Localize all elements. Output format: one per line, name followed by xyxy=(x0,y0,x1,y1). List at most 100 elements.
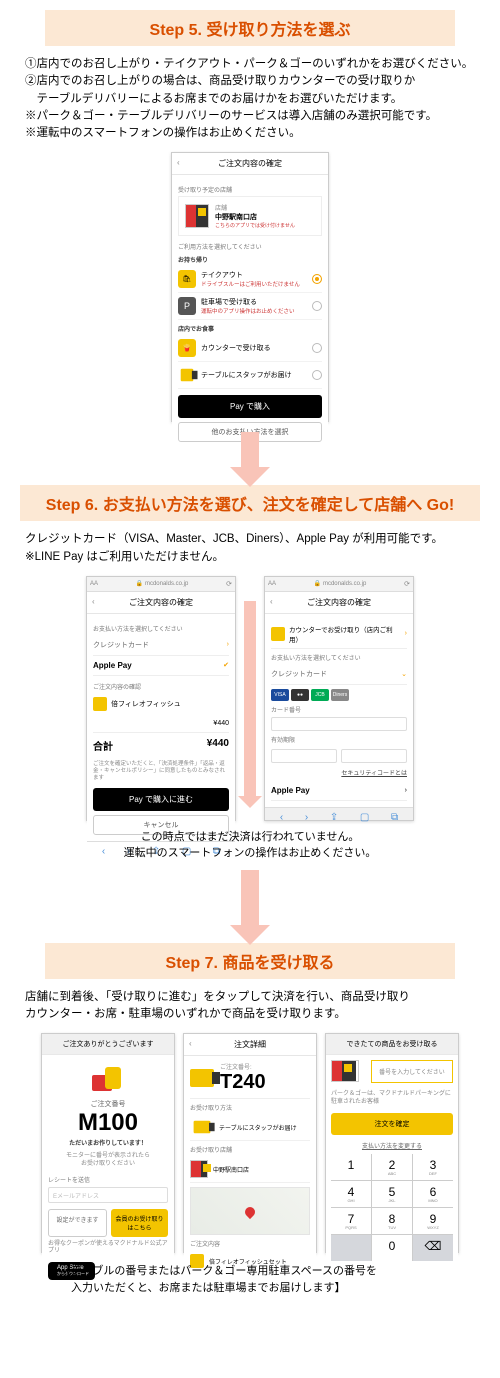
email-input[interactable]: Eメールアドレス xyxy=(48,1187,168,1203)
apple-pay-proceed-button[interactable]: Pay で購入に進む xyxy=(93,788,229,811)
browser-bar: AA 🔒 mcdonalds.co.jp ⟳ xyxy=(265,577,413,592)
apple-pay-button[interactable]: Pay で購入 xyxy=(178,395,322,418)
key-2[interactable]: 2ABC xyxy=(372,1154,412,1180)
confirm-order-button[interactable]: 注文を確定 xyxy=(331,1113,453,1135)
phone-title: ご注文内容の確定 xyxy=(307,598,371,607)
msg1: ただいまお作りしています！ xyxy=(48,1141,168,1149)
number-input-box[interactable]: 番号を入力してください xyxy=(371,1060,453,1083)
back-icon[interactable]: ‹ xyxy=(189,1039,192,1048)
store-icon xyxy=(190,1160,208,1178)
total-label: 合計 xyxy=(93,738,113,753)
map[interactable] xyxy=(190,1187,310,1235)
url: mcdonalds.co.jp xyxy=(323,581,366,587)
step5-line-4: ※パーク＆ゴー・テーブルデリバリーのサービスは導入店舗のみ選択可能です。 xyxy=(25,108,475,125)
phone-title: 注文詳細 xyxy=(234,1040,266,1049)
order-sub: ご注文番号: xyxy=(220,1062,266,1071)
option-parking[interactable]: P 駐車場で受け取る 運転中のアプリ操作はお止めください xyxy=(178,293,322,320)
cc-brands: VISA ●● JCB Diners xyxy=(271,689,407,701)
table-delivery-row: テーブルにスタッフがお届け xyxy=(190,1114,310,1141)
step7-phone-right: できたての商品をお受け取る 番号を入力してください パーク＆ゴーは、マクドナルド… xyxy=(325,1033,459,1253)
step5-line-5: ※運転中のスマートフォンの操作はお止めください。 xyxy=(25,125,475,142)
key-6[interactable]: 6MNO xyxy=(413,1181,453,1207)
key-blank xyxy=(331,1235,371,1261)
reload-icon[interactable]: ⟳ xyxy=(404,580,410,588)
step-5-body: ①店内でのお召し上がり・テイクアウト・パーク＆ゴーのいずれかをお選びください。 … xyxy=(20,56,480,152)
step6-line-1: クレジットカード（VISA、Master、JCB、Diners）、Apple P… xyxy=(25,531,475,548)
table-text: テーブルにスタッフがお届け xyxy=(219,1123,297,1132)
option-takeout[interactable]: 🛍 テイクアウト ドライブスルーはご利用いただけません xyxy=(178,266,322,293)
phone-title: ご注文内容の確定 xyxy=(218,159,282,168)
key-8[interactable]: 8TUV xyxy=(372,1208,412,1234)
text-size-icon[interactable]: AA xyxy=(90,581,98,587)
radio-icon[interactable] xyxy=(312,301,322,311)
cc-option[interactable]: クレジットカード› xyxy=(93,635,229,656)
radio-icon[interactable] xyxy=(312,343,322,353)
step5-line-1: ①店内でのお召し上がり・テイクアウト・パーク＆ゴーのいずれかをお選びください。 xyxy=(25,56,475,73)
fries-icon xyxy=(271,627,285,641)
option-counter[interactable]: 🍟 カウンターで受け取る xyxy=(178,335,322,362)
back-icon[interactable]: ‹ xyxy=(270,597,273,606)
tabs-icon[interactable]: ⧉ xyxy=(391,812,398,823)
counter-icon: 🍟 xyxy=(178,339,196,357)
step-6-section: Step 6. お支払い方法を選び、注文を確定して店舗へ Go! クレジットカー… xyxy=(0,475,500,933)
cc-option[interactable]: クレジットカード⌄ xyxy=(271,664,407,685)
foot-line-2: 運転中のスマートフォンの操作はお止めください。 xyxy=(20,845,480,862)
chevron-icon: › xyxy=(405,787,407,794)
phone-title: ご注文内容の確定 xyxy=(129,598,193,607)
step-5-header: Step 5. 受け取り方法を選ぶ xyxy=(45,10,455,46)
reload-icon[interactable]: ⟳ xyxy=(226,580,232,588)
phone-content: 受け取り予定の店舗 店舗 中野駅南口店 こちらのアプリでは受け付けません ご利用… xyxy=(172,175,328,448)
radio-icon[interactable] xyxy=(312,370,322,380)
pickup-text: カウンターでお受け取り（店内ご利用） xyxy=(289,624,401,644)
fwd-nav-icon[interactable]: › xyxy=(305,812,308,823)
card-number-input[interactable] xyxy=(271,717,407,731)
parking-icon: P xyxy=(178,297,196,315)
bookmarks-icon[interactable]: ▢ xyxy=(360,812,369,823)
applepay-option[interactable]: Apple Pay✔ xyxy=(93,656,229,676)
store-icon xyxy=(185,204,209,228)
member-pickup-button[interactable]: 会員のお受け取りはこちら xyxy=(111,1209,168,1237)
app-note: お得なクーポンが使えるマクドナルド公式アプリ xyxy=(48,1241,168,1257)
back-nav-icon[interactable]: ‹ xyxy=(280,812,283,823)
key-5[interactable]: 5JKL xyxy=(372,1181,412,1207)
opt4-title: テーブルにスタッフがお届け xyxy=(201,370,307,380)
arrow-icon xyxy=(241,870,259,925)
key-4[interactable]: 4GHI xyxy=(331,1181,371,1207)
share-icon[interactable]: ⇪ xyxy=(330,812,338,823)
applepay-option[interactable]: Apple Pay› xyxy=(271,781,407,801)
back-icon[interactable]: ‹ xyxy=(92,597,95,606)
step-7-header: Step 7. 商品を受け取る xyxy=(45,943,455,979)
phone-header: ‹ ご注文内容の確定 xyxy=(265,592,413,614)
pay-label: お支払い方法を選択してください xyxy=(93,624,229,633)
settings-button[interactable]: 設定ができます xyxy=(48,1209,107,1237)
key-3[interactable]: 3DEF xyxy=(413,1154,453,1180)
expiry-input[interactable] xyxy=(271,749,337,763)
cvv-input[interactable] xyxy=(341,749,407,763)
item-image xyxy=(93,697,107,711)
store-name: 中野駅南口店 xyxy=(213,1165,249,1174)
key-delete[interactable]: ⌫ xyxy=(413,1235,453,1261)
store-name: 中野駅南口店 xyxy=(215,212,295,222)
back-icon[interactable]: ‹ xyxy=(177,158,180,167)
order-label: ご注文内容の確認 xyxy=(93,682,229,691)
chevron-icon[interactable]: › xyxy=(405,630,407,637)
step7-bracket-note: 【テーブルの番号またはパーク＆ゴー専用駐車スペースの番号を 入力いただくと、お席… xyxy=(60,1263,440,1296)
key-1[interactable]: 1 xyxy=(331,1154,371,1180)
text-size-icon[interactable]: AA xyxy=(268,581,276,587)
browser-toolbar: ‹ › ⇪ ▢ ⧉ xyxy=(265,807,413,827)
usage-label: ご利用方法を選択してください xyxy=(178,242,322,251)
store-card: 店舗 中野駅南口店 こちらのアプリでは受け付けません xyxy=(178,196,322,236)
security-code-link[interactable]: セキュリティコードとは xyxy=(271,768,407,777)
option-table[interactable]: テーブルにスタッフがお届け xyxy=(178,362,322,389)
food-icon xyxy=(92,1067,124,1091)
msg3: お受け取りください xyxy=(48,1161,168,1169)
key-9[interactable]: 9WXYZ xyxy=(413,1208,453,1234)
radio-icon[interactable] xyxy=(312,274,322,284)
key-0[interactable]: 0 xyxy=(372,1235,412,1261)
table-icon xyxy=(178,366,196,384)
visa-icon: VISA xyxy=(271,689,289,701)
step7-phone-mid: ‹ 注文詳細 ご注文番号: T240 お受け取り方法 テーブルにスタッフがお届け… xyxy=(183,1033,317,1253)
arrow-icon xyxy=(244,601,256,796)
change-payment-link[interactable]: 支払い方法を変更する xyxy=(331,1141,453,1150)
key-7[interactable]: 7PQRS xyxy=(331,1208,371,1234)
